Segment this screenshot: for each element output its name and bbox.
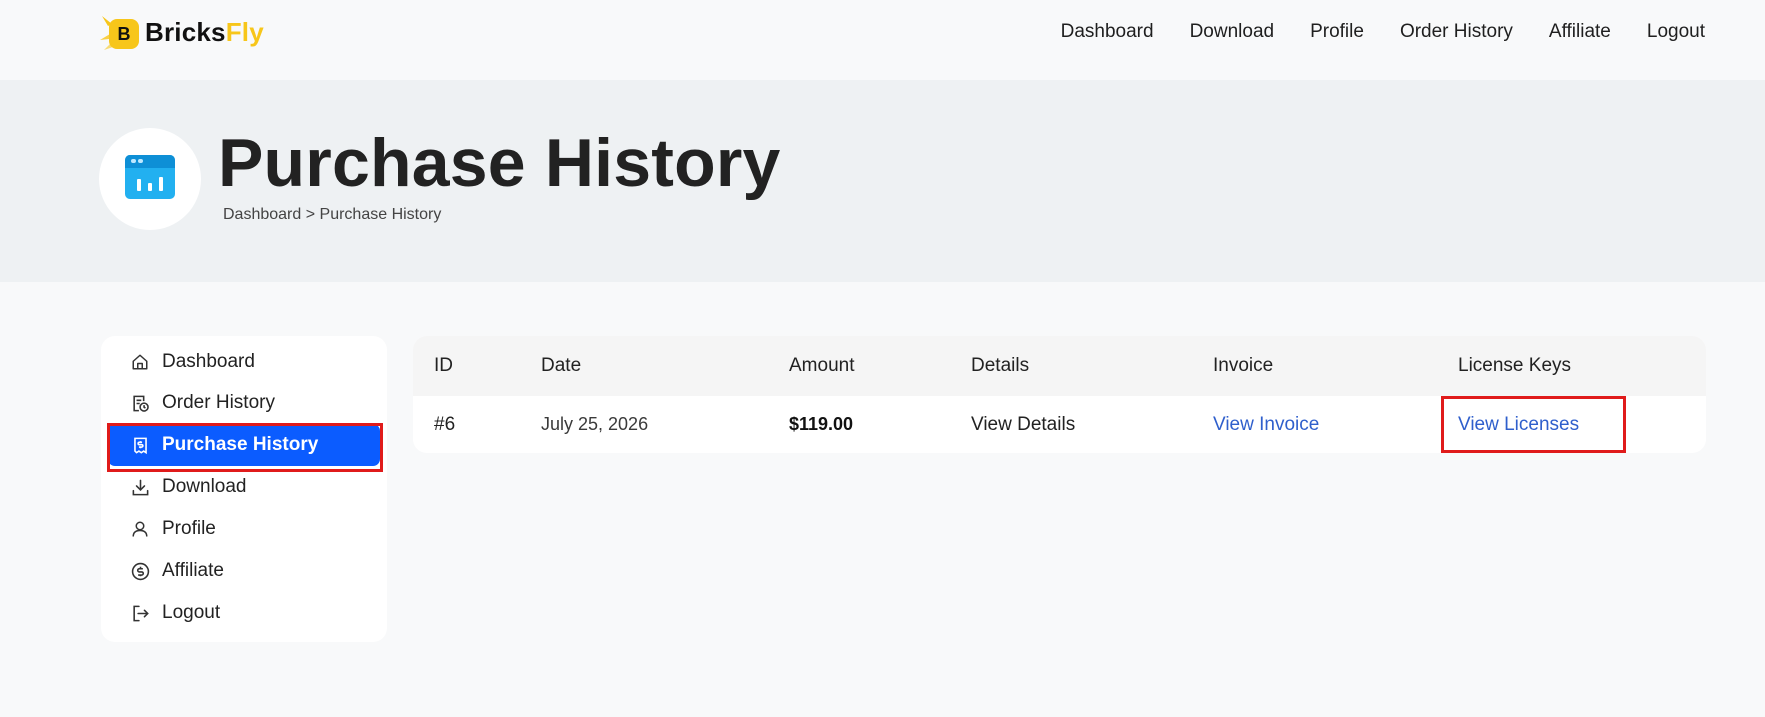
page-hero: Purchase History Dashboard > Purchase Hi… xyxy=(0,80,1765,282)
sidebar-item-label: Dashboard xyxy=(162,351,255,372)
brand-name: BricksFly xyxy=(145,17,264,48)
view-licenses-link[interactable]: View Licenses xyxy=(1458,396,1579,453)
sidebar-item-purchase-history[interactable]: Purchase History xyxy=(108,424,380,466)
sidebar-item-label: Profile xyxy=(162,518,216,539)
topnav-order-history[interactable]: Order History xyxy=(1382,18,1531,46)
sidebar-item-label: Order History xyxy=(162,392,275,413)
brand-logo[interactable]: B BricksFly xyxy=(98,10,264,54)
view-invoice-link[interactable]: View Invoice xyxy=(1213,396,1319,453)
order-history-icon xyxy=(130,393,150,413)
brand-logo-icon: B xyxy=(98,10,142,54)
user-icon xyxy=(130,519,150,539)
topnav-logout[interactable]: Logout xyxy=(1629,18,1705,46)
topnav-profile[interactable]: Profile xyxy=(1292,18,1382,46)
cell-date: July 25, 2026 xyxy=(541,414,649,434)
sidebar-item-logout[interactable]: Logout xyxy=(108,592,380,634)
top-navigation: Dashboard Download Profile Order History… xyxy=(1043,18,1705,46)
sidebar-item-affiliate[interactable]: Affiliate xyxy=(108,550,380,592)
table-header-row: ID Date Amount Details Invoice License K… xyxy=(413,336,1706,396)
header-amount: Amount xyxy=(789,355,855,376)
svg-text:B: B xyxy=(118,24,131,44)
breadcrumb-current: Purchase History xyxy=(319,206,442,223)
site-header: B BricksFly Dashboard Download Profile O… xyxy=(0,0,1765,80)
page-title: Purchase History xyxy=(218,125,781,201)
hero-icon-circle xyxy=(99,128,201,230)
header-invoice: Invoice xyxy=(1213,355,1274,376)
header-id: ID xyxy=(434,355,453,376)
sidebar-item-label: Download xyxy=(162,476,247,497)
receipt-dollar-icon xyxy=(130,435,150,455)
view-details-link[interactable]: View Details xyxy=(971,396,1075,453)
purchase-table: ID Date Amount Details Invoice License K… xyxy=(413,336,1706,453)
logout-icon xyxy=(130,603,150,623)
home-icon xyxy=(130,352,150,372)
sidebar-item-label: Logout xyxy=(162,602,221,623)
account-sidebar: Dashboard Order History Purchase History… xyxy=(101,336,387,642)
dollar-circle-icon xyxy=(130,561,150,581)
sidebar-item-order-history[interactable]: Order History xyxy=(108,382,380,424)
breadcrumb: Dashboard > Purchase History xyxy=(223,205,441,225)
topnav-affiliate[interactable]: Affiliate xyxy=(1531,18,1629,46)
brand-name-part2: Fly xyxy=(225,16,264,47)
sidebar-item-download[interactable]: Download xyxy=(108,466,380,508)
sidebar-item-dashboard[interactable]: Dashboard xyxy=(108,342,380,382)
table-row: #6 July 25, 2026 $119.00 View Details Vi… xyxy=(413,396,1706,453)
header-details: Details xyxy=(971,355,1030,376)
sidebar-item-label: Purchase History xyxy=(162,434,319,455)
sidebar-item-label: Affiliate xyxy=(162,560,224,581)
cell-amount: $119.00 xyxy=(789,414,854,434)
topnav-dashboard[interactable]: Dashboard xyxy=(1043,18,1172,46)
sidebar-item-profile[interactable]: Profile xyxy=(108,508,380,550)
topnav-download[interactable]: Download xyxy=(1172,18,1293,46)
header-date: Date xyxy=(541,355,582,376)
header-license-keys: License Keys xyxy=(1458,355,1572,376)
browser-chart-icon xyxy=(123,153,177,206)
breadcrumb-separator: > xyxy=(305,206,316,223)
brand-name-part1: Bricks xyxy=(145,16,226,47)
cell-id: #6 xyxy=(434,413,456,435)
breadcrumb-home[interactable]: Dashboard xyxy=(223,206,301,223)
download-icon xyxy=(130,477,150,497)
